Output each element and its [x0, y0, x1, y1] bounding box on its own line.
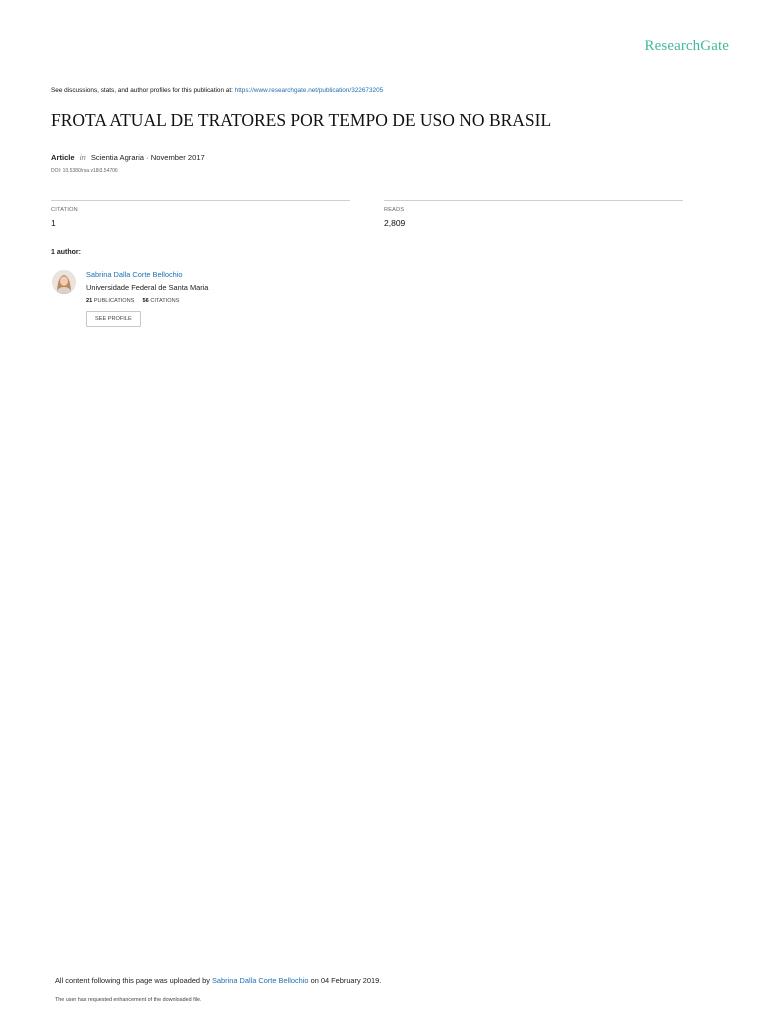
reads-value: 2,809	[384, 218, 406, 228]
article-in-label: in	[79, 153, 86, 162]
citations-label: CITATIONS	[150, 298, 180, 304]
publication-url-link[interactable]: https://www.researchgate.net/publication…	[235, 87, 384, 94]
article-meta: Article in Scientia Agraria · November 2…	[51, 153, 205, 162]
author-card: Sabrina Dalla Corte Bellochio Universida…	[86, 270, 208, 327]
upload-notice: All content following this page was uplo…	[55, 976, 381, 985]
author-avatar[interactable]	[52, 270, 76, 294]
upload-suffix: on 04 February 2019.	[310, 976, 382, 985]
enhancement-note: The user has requested enhancement of th…	[55, 997, 202, 1003]
researchgate-logo[interactable]: ResearchGate	[645, 38, 729, 55]
publications-label: PUBLICATIONS	[93, 298, 135, 304]
upload-prefix: All content following this page was uplo…	[55, 976, 210, 985]
citation-value: 1	[51, 218, 56, 228]
reads-label: READS	[384, 207, 405, 213]
see-profile-button[interactable]: SEE PROFILE	[86, 311, 141, 327]
article-doi: DOI: 10.5380/rsa.v18i3.54706	[51, 168, 118, 174]
author-institution: Universidade Federal de Santa Maria	[86, 283, 209, 292]
author-stats: 21 PUBLICATIONS 56 CITATIONS	[86, 298, 208, 304]
discussion-notice-text: See discussions, stats, and author profi…	[51, 87, 233, 94]
citations-count: 56	[142, 298, 149, 304]
citation-label: CITATION	[51, 207, 78, 213]
journal-date: Scientia Agraria · November 2017	[90, 153, 205, 162]
citation-stat: CITATION 1	[51, 200, 350, 228]
avatar-portrait-icon	[52, 270, 76, 294]
reads-stat: READS 2,809	[384, 200, 683, 228]
article-title: FROTA ATUAL DE TRATORES POR TEMPO DE USO…	[51, 110, 552, 130]
discussion-notice: See discussions, stats, and author profi…	[51, 87, 383, 94]
article-type: Article	[51, 153, 75, 162]
publications-count: 21	[86, 298, 93, 304]
uploader-link[interactable]: Sabrina Dalla Corte Bellochio	[212, 976, 309, 985]
author-name-link[interactable]: Sabrina Dalla Corte Bellochio	[86, 270, 208, 279]
authors-heading: 1 author:	[51, 249, 81, 256]
